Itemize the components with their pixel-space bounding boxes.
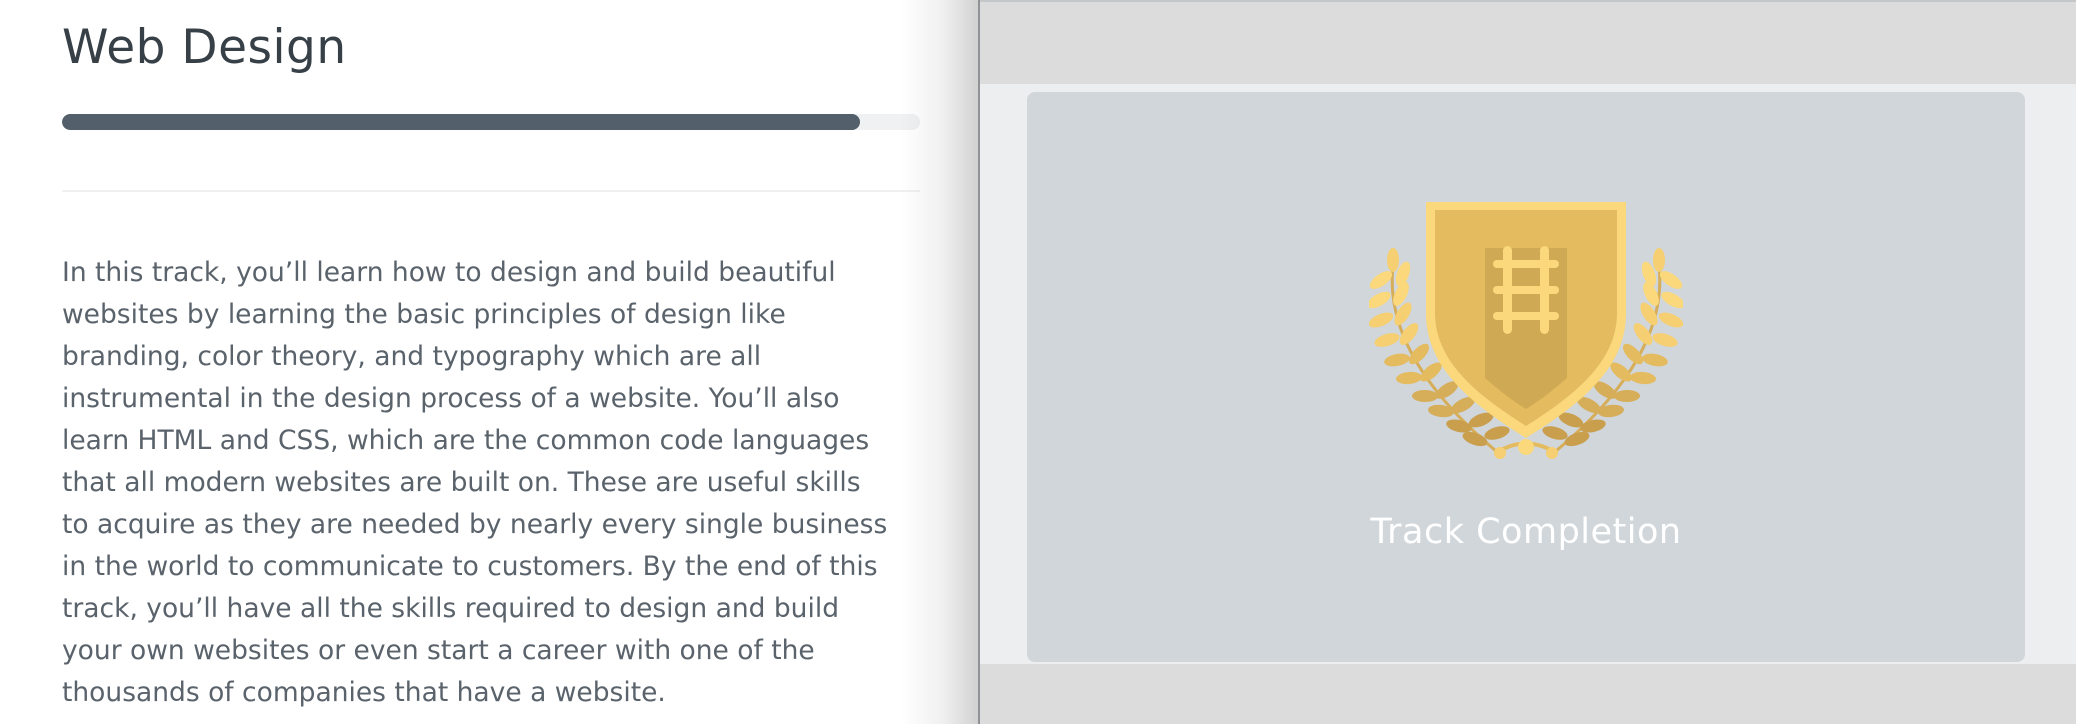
progress-bar-fill: [62, 114, 860, 130]
description-line: track, you’ll have all the skills requir…: [62, 593, 840, 624]
description-line: learn HTML and CSS, which are the common…: [62, 425, 870, 456]
preview-panel: Track Completion: [978, 0, 2076, 724]
track-description: In this track, you’ll learn how to desig…: [62, 252, 932, 714]
description-line: that all modern websites are built on. T…: [62, 467, 861, 498]
description-line: In this track, you’ll learn how to desig…: [62, 257, 836, 288]
page-title: Web Design: [62, 20, 347, 75]
preview-top-border: [980, 0, 2076, 2]
card-caption: Track Completion: [1370, 512, 1682, 552]
description-line: websites by learning the basic principle…: [62, 299, 786, 330]
description-line: to acquire as they are needed by nearly …: [62, 509, 888, 540]
preview-stage: Track Completion: [980, 84, 2076, 664]
track-detail-panel: Web Design In this track, you’ll learn h…: [0, 0, 978, 724]
description-line: in the world to communicate to customers…: [62, 551, 878, 582]
track-completion-card[interactable]: Track Completion: [1027, 92, 2025, 662]
description-line: instrumental in the design process of a …: [62, 383, 840, 414]
description-line: your own websites or even start a career…: [62, 635, 815, 666]
divider: [62, 190, 920, 192]
progress-bar: [62, 114, 920, 130]
description-line: thousands of companies that have a websi…: [62, 677, 666, 708]
track-completion-badge-icon: [1369, 202, 1683, 459]
description-line: branding, color theory, and typography w…: [62, 341, 762, 372]
